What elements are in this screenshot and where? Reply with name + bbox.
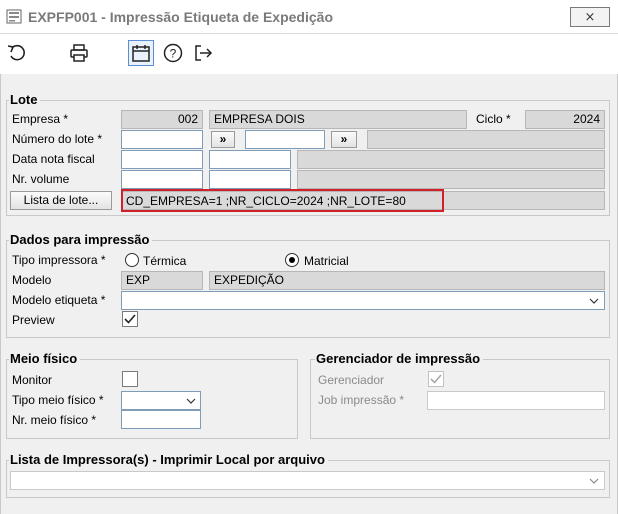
close-button[interactable]: ⨯	[570, 7, 610, 27]
preview-label: Preview	[12, 313, 55, 327]
exit-button[interactable]	[190, 40, 216, 66]
nr-meio-label: Nr. meio físico *	[12, 413, 97, 427]
lote-group-title: Lote	[9, 92, 41, 107]
window-title: EXPFP001 - Impressão Etiqueta de Expediç…	[28, 9, 333, 25]
tipo-meio-label: Tipo meio físico *	[12, 393, 104, 407]
range-end-button[interactable]: »	[331, 131, 357, 148]
modelo-etiqueta-label: Modelo etiqueta *	[12, 293, 106, 307]
lista-impressoras-chevron-down-icon	[589, 478, 599, 484]
close-icon: ⨯	[584, 9, 596, 24]
job-impressao-label: Job impressão *	[318, 393, 405, 407]
lista-impressoras-title: Lista de Impressora(s) - Imprimir Local …	[9, 452, 328, 467]
empresa-code-field: 002	[121, 110, 203, 129]
numero-lote-ro-field	[367, 130, 605, 149]
toolbar	[0, 34, 618, 74]
empresa-label: Empresa *	[12, 112, 69, 126]
numero-lote-input[interactable]	[121, 130, 203, 149]
matricial-radio-dot	[289, 257, 295, 263]
ciclo-field: 2024	[525, 110, 605, 129]
job-impressao-input	[427, 391, 605, 410]
undo-icon	[7, 44, 25, 61]
matricial-radio[interactable]	[285, 253, 299, 267]
app-icon	[6, 9, 22, 24]
range-value-input[interactable]	[245, 130, 325, 149]
termica-label: Térmica	[143, 254, 187, 268]
calendar-button[interactable]	[128, 40, 154, 66]
numero-lote-label: Número do lote *	[12, 132, 103, 146]
nr-volume-input-2[interactable]	[209, 170, 291, 189]
lista-lote-value: CD_EMPRESA=1 ;NR_CICLO=2024 ;NR_LOTE=80	[126, 194, 406, 208]
nr-volume-label: Nr. volume	[12, 172, 70, 186]
tipo-meio-chevron-down-icon	[186, 398, 196, 404]
modelo-name-field: EXPEDIÇÃO	[209, 271, 605, 290]
modelo-etiqueta-select[interactable]	[121, 291, 605, 310]
data-nota-input[interactable]	[121, 150, 203, 169]
nr-meio-input[interactable]	[121, 410, 201, 429]
meio-fisico-group-title: Meio físico	[9, 351, 81, 366]
modelo-label: Modelo	[12, 273, 52, 287]
modelo-code-field: EXP	[121, 271, 203, 290]
gerenciador-checkbox	[428, 371, 444, 387]
preview-checkbox[interactable]	[122, 311, 138, 327]
check-icon	[430, 374, 442, 384]
help-button[interactable]: ?	[160, 40, 186, 66]
matricial-label: Matricial	[304, 254, 349, 268]
monitor-checkbox[interactable]	[122, 371, 138, 387]
data-nota-ro-field	[297, 150, 605, 169]
check-icon	[124, 314, 136, 324]
dados-group-title: Dados para impressão	[9, 232, 153, 247]
ciclo-label: Ciclo *	[476, 112, 511, 126]
lista-impressoras-select[interactable]	[10, 471, 605, 490]
empresa-name-field: EMPRESA DOIS	[209, 110, 467, 129]
undo-button[interactable]	[4, 40, 30, 66]
print-button[interactable]	[66, 40, 92, 66]
range-start-button[interactable]: »	[211, 131, 235, 148]
svg-text:?: ?	[170, 47, 177, 61]
nr-volume-input[interactable]	[121, 170, 203, 189]
data-nota-input-2[interactable]	[209, 150, 291, 169]
tipo-impressora-label: Tipo impressora *	[12, 253, 106, 267]
modelo-etiqueta-chevron-down-icon	[589, 298, 599, 304]
calendar-icon	[132, 45, 150, 62]
termica-radio[interactable]	[125, 253, 139, 267]
help-icon: ?	[163, 43, 183, 63]
gerenciador-label: Gerenciador	[318, 373, 385, 387]
data-nota-label: Data nota fiscal	[12, 152, 95, 166]
gerenciador-group-title: Gerenciador de impressão	[315, 351, 484, 366]
nr-volume-ro-field	[297, 170, 605, 189]
print-icon	[70, 44, 88, 62]
monitor-label: Monitor	[12, 373, 53, 387]
exit-icon	[195, 45, 213, 61]
lista-lote-button[interactable]: Lista de lote...	[10, 191, 112, 210]
